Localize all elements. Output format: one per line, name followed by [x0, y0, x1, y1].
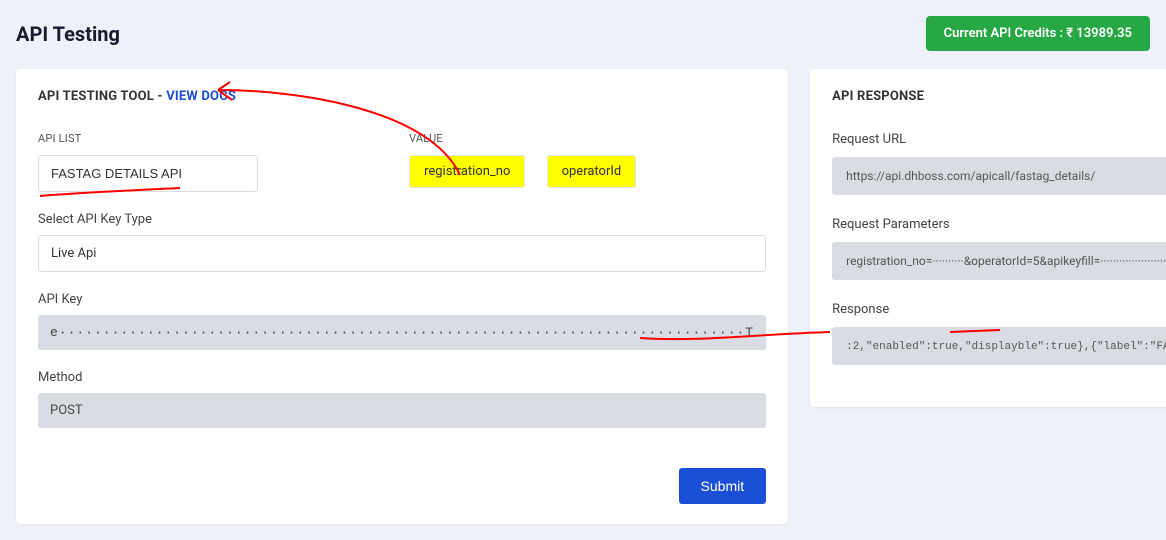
request-url-box: https://api.dhboss.com/apicall/fastag_de…	[832, 157, 1166, 195]
key-type-value: Live Api	[51, 246, 96, 261]
method-label: Method	[38, 370, 766, 385]
response-box: :2,"enabled":true,"displayble":true},{"l…	[832, 327, 1166, 365]
submit-button[interactable]: Submit	[679, 468, 767, 504]
value-chip-operatorid[interactable]: operatorId	[547, 155, 637, 188]
api-response-card: API RESPONSE Request URL https://api.dhb…	[810, 69, 1166, 407]
credits-badge: Current API Credits : ₹ 13989.35	[926, 16, 1150, 51]
page-title: API Testing	[16, 22, 120, 46]
key-type-label: Select API Key Type	[38, 212, 766, 227]
value-chip-registration-no[interactable]: registration_no	[409, 155, 525, 188]
key-type-select[interactable]: Live Api	[38, 235, 766, 272]
response-label: Response	[832, 302, 1166, 317]
value-label: VALUE	[409, 132, 766, 145]
card-title-prefix: API TESTING TOOL	[38, 89, 154, 104]
api-key-box: e·······································…	[38, 315, 766, 350]
method-box: POST	[38, 393, 766, 428]
request-params-box: registration_no=··········&operatorId=5&…	[832, 242, 1166, 280]
view-docs-link[interactable]: VIEW DOCS	[166, 89, 236, 104]
request-url-label: Request URL	[832, 132, 1166, 147]
api-list-input[interactable]	[38, 155, 258, 192]
api-testing-tool-card: API TESTING TOOL - VIEW DOCS API LIST VA…	[16, 69, 788, 524]
card-title-right: API RESPONSE	[832, 89, 1166, 104]
request-params-label: Request Parameters	[832, 217, 1166, 232]
api-list-label: API LIST	[38, 132, 395, 145]
card-title-left: API TESTING TOOL - VIEW DOCS	[38, 89, 766, 104]
card-title-sep: -	[154, 89, 166, 104]
api-key-label: API Key	[38, 292, 766, 307]
header: API Testing Current API Credits : ₹ 1398…	[16, 16, 1150, 51]
